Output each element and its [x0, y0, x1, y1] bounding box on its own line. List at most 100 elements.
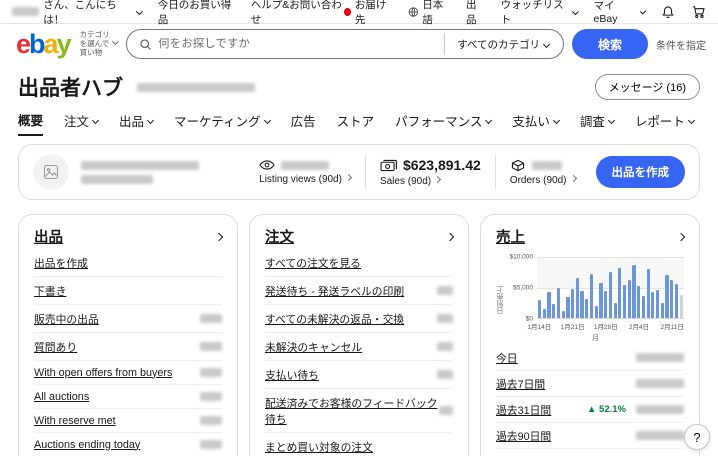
plot-area	[537, 257, 684, 319]
y-tick-label: $10,000	[510, 254, 534, 261]
list-item: With open offers from buyers	[34, 361, 222, 385]
chevron-down-icon	[485, 117, 492, 124]
banknote-icon	[380, 159, 397, 172]
list-item: All auctions	[34, 385, 222, 409]
nav-tab[interactable]: 広告	[291, 110, 316, 136]
sell-link[interactable]: 出品	[466, 0, 485, 27]
nav-tab[interactable]: 出品	[119, 110, 153, 136]
stat-sales[interactable]: $623,891.42 Sales (90d)	[380, 157, 481, 187]
list-item: 出品を作成	[34, 249, 222, 277]
bar	[538, 300, 541, 318]
cart-button[interactable]	[691, 5, 706, 19]
package-icon	[510, 159, 526, 172]
advanced-search-link[interactable]: 条件を指定	[656, 37, 706, 52]
list-item-link[interactable]: 支払い待ち	[265, 367, 319, 383]
greeting[interactable]: さん、こんにちは！	[12, 0, 142, 27]
list-item: 支払い待ち	[265, 361, 453, 389]
nav-tab[interactable]: レポート	[635, 110, 694, 136]
list-item-link[interactable]: With reserve met	[34, 415, 116, 427]
ship-to-link[interactable]: お届け先	[344, 0, 392, 27]
list-item-link[interactable]: すべての注文を見る	[265, 255, 361, 271]
nav-tab[interactable]: 概要	[18, 110, 43, 136]
create-listing-button[interactable]: 出品を作成	[596, 156, 686, 188]
sales-period-link[interactable]: 過去7日間	[496, 376, 545, 392]
watchlist-link[interactable]: ウォッチリスト	[501, 0, 578, 27]
list-item-link[interactable]: 配送済みでお客様のフィードバック待ち	[265, 395, 439, 427]
notifications-button[interactable]	[661, 5, 675, 19]
chevron-down-icon	[264, 117, 271, 124]
nav-tab[interactable]: ストア	[337, 110, 375, 136]
sales-period-link[interactable]: 過去31日間	[496, 402, 551, 418]
bar	[557, 288, 560, 319]
chevron-down-icon	[543, 40, 550, 47]
stat-listing-views[interactable]: Listing views (90d)	[259, 159, 351, 185]
list-item-link[interactable]: Auctions ending today	[34, 439, 140, 451]
sales-period-row: 今日	[496, 345, 684, 371]
list-item-link[interactable]: With open offers from buyers	[34, 367, 172, 379]
bar	[623, 285, 626, 318]
eye-icon	[259, 159, 275, 171]
nav-tab[interactable]: 支払い	[512, 110, 559, 136]
bar	[571, 289, 574, 318]
bar	[675, 284, 678, 318]
list-item-link[interactable]: 質問あり	[34, 339, 77, 355]
x-tick-label: 2月4日	[629, 321, 649, 331]
search-input[interactable]	[158, 38, 444, 50]
chevron-right-icon[interactable]	[677, 232, 685, 240]
daily-deals-link[interactable]: 今日のお買い得品	[158, 0, 235, 27]
list-item-link[interactable]: 販売中の出品	[34, 311, 99, 327]
redacted-value	[200, 342, 222, 351]
messages-button[interactable]: メッセージ (16)	[595, 74, 700, 100]
category-dropdown[interactable]: すべてのカテゴリ	[444, 33, 561, 55]
bar	[651, 292, 654, 318]
language-link[interactable]: 日本語	[408, 0, 450, 27]
image-placeholder-icon	[43, 164, 59, 180]
list-item: 質問あり	[34, 333, 222, 361]
summary-stats: Listing views (90d) $623,891.42 Sales (9…	[259, 155, 685, 189]
bar	[604, 291, 607, 318]
redacted-store-name	[137, 83, 255, 92]
sales-card: 売上 日別売上 $0$5,000$10,000	[480, 214, 700, 456]
chevron-right-icon[interactable]	[215, 232, 223, 240]
list-item-link[interactable]: 発送待ち - 発送ラベルの印刷	[265, 283, 404, 299]
sales-period-row: 過去90日間	[496, 423, 684, 449]
bar	[566, 297, 569, 318]
nav-tab[interactable]: パフォーマンス	[395, 110, 491, 136]
stat-orders[interactable]: Orders (90d)	[510, 159, 576, 186]
sales-card-title[interactable]: 売上	[496, 226, 525, 247]
ebay-logo[interactable]: ebay	[16, 31, 70, 58]
search-icon	[139, 38, 152, 51]
help-contact-link[interactable]: ヘルプ&お問い合わせ	[251, 0, 344, 27]
list-item-link[interactable]: All auctions	[34, 391, 89, 403]
orders-card-title[interactable]: 注文	[265, 226, 294, 247]
sales-period-link[interactable]: 今日	[496, 350, 518, 366]
list-item: すべての未解決の返品・交換	[265, 305, 453, 333]
redacted-value	[200, 440, 222, 449]
listings-card-title[interactable]: 出品	[34, 226, 63, 247]
bar	[680, 295, 683, 318]
list-item-link[interactable]: 下書き	[34, 283, 66, 299]
delta-badge: ▲ 52.1%	[587, 404, 626, 415]
chevron-right-icon[interactable]	[446, 232, 454, 240]
search-row: ebay カテゴリ を選んで 買い物 すべてのカテゴリ 検索 条件を指定	[0, 24, 718, 66]
nav-tab[interactable]: 調査	[580, 110, 614, 136]
nav-tab[interactable]: マーケティング	[174, 110, 270, 136]
chevron-down-icon	[639, 8, 646, 15]
page-title: 出品者ハブ	[18, 72, 123, 102]
sales-period-link[interactable]: 過去90日間	[496, 428, 551, 444]
my-ebay-link[interactable]: マイeBay	[594, 0, 645, 25]
chevron-down-icon	[147, 117, 154, 124]
nav-tab[interactable]: 注文	[64, 110, 98, 136]
list-item-link[interactable]: 出品を作成	[34, 255, 88, 271]
redacted-value	[532, 161, 562, 170]
list-item-link[interactable]: すべての未解決の返品・交換	[265, 311, 404, 327]
bar	[585, 299, 588, 318]
help-button[interactable]: ?	[684, 424, 710, 450]
search-button[interactable]: 検索	[572, 29, 648, 59]
japan-flag-icon	[344, 8, 351, 16]
shop-by-category[interactable]: カテゴリ を選んで 買い物	[80, 31, 119, 58]
list-item: 配送済みでお客様のフィードバック待ち	[265, 389, 453, 433]
list-item-link[interactable]: 未解決のキャンセル	[265, 339, 362, 355]
y-tick-label: $5,000	[513, 285, 533, 292]
list-item-link[interactable]: まとめ買い対象の注文	[265, 439, 373, 455]
